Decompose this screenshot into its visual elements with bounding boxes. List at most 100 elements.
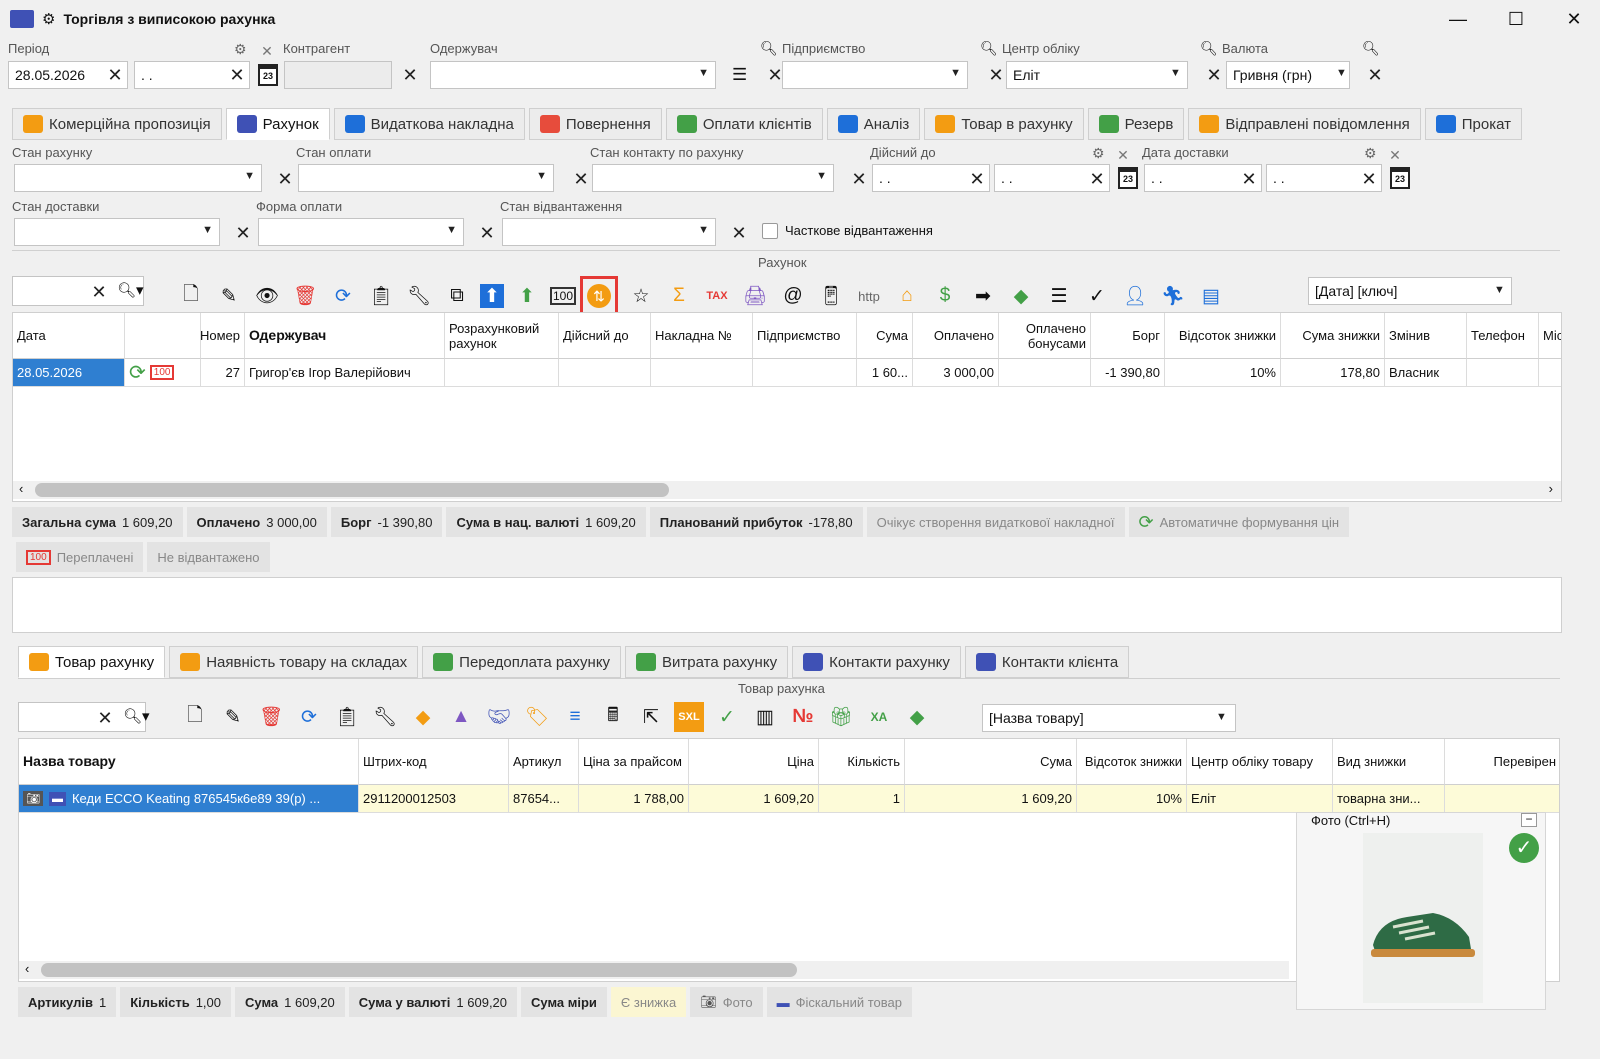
recipient-select[interactable]: ▼ <box>430 61 716 89</box>
currency-select[interactable]: Гривня (грн) <box>1226 61 1350 89</box>
view-icon[interactable]: 👁︎ <box>252 281 282 311</box>
edit-icon[interactable]: ✎ <box>218 702 248 732</box>
delivery-state-select[interactable]: ▼ <box>14 218 220 246</box>
scroll-thumb[interactable] <box>35 483 669 497</box>
cell-verified[interactable] <box>1445 785 1559 813</box>
cell-sum[interactable]: 1 60... <box>857 359 913 387</box>
cell-discount-type[interactable]: товарна зни... <box>1333 785 1445 813</box>
fiscal-filter[interactable]: ▬ Фіскальний товар <box>766 987 912 1017</box>
col-header-sum[interactable]: Сума <box>857 313 913 359</box>
col-header-barcode[interactable]: Штрих-код <box>359 739 509 785</box>
col-header-changed[interactable]: Змінив <box>1385 313 1467 359</box>
cell-product-center[interactable]: Еліт <box>1187 785 1333 813</box>
cell-discount-pct[interactable]: 10% <box>1165 359 1281 387</box>
user-icon[interactable]: 👤︎ <box>1120 281 1150 311</box>
col-header-valid-to[interactable]: Дійсний до <box>559 313 651 359</box>
cell-valid-to[interactable] <box>559 359 651 387</box>
tab-client-payments[interactable]: Оплати клієнтів <box>665 108 823 140</box>
settings-list-icon[interactable]: ▤ <box>1196 281 1226 311</box>
auto-pricing-filter[interactable]: ⟳ Автоматичне формування цін <box>1128 507 1350 537</box>
col-header-phone[interactable]: Телефон <box>1467 313 1539 359</box>
calendar-icon[interactable]: 23 <box>1390 167 1410 189</box>
upload-icon[interactable]: ⬆ <box>480 284 504 308</box>
refresh-icon[interactable]: ⟳ <box>328 281 358 311</box>
col-header-more[interactable]: Міс <box>1539 313 1561 359</box>
invoice-sort-select[interactable]: [Дата] [ключ] <box>1308 277 1512 305</box>
cell-product-name[interactable]: 📷︎ ▬ Кеди ECCO Keating 876545к6е89 39(р) .… <box>19 785 359 813</box>
col-header-discount-sum[interactable]: Сума знижки <box>1281 313 1385 359</box>
goods-hscrollbar[interactable]: ‹ <box>19 961 1289 979</box>
center-clear-icon[interactable]: ✕ <box>1205 66 1223 84</box>
maximize-button[interactable]: ☐ <box>1492 0 1540 38</box>
check-icon[interactable]: ✓ <box>712 702 742 732</box>
shapes-icon[interactable]: ▲ <box>446 702 476 732</box>
partial-shipment-checkbox[interactable] <box>762 223 778 239</box>
cell-paid-bonus[interactable] <box>999 359 1091 387</box>
barcode-icon[interactable]: ▥ <box>750 702 780 732</box>
tag-icon[interactable]: 🏷︎ <box>522 702 552 732</box>
period-from-clear-icon[interactable]: ✕ <box>106 66 124 84</box>
payment-state-clear-icon[interactable]: ✕ <box>572 170 590 188</box>
invoice-state-select[interactable]: ▼ <box>14 164 262 192</box>
cell-debt[interactable]: -1 390,80 <box>1091 359 1165 387</box>
goods-sort-select[interactable]: [Назва товару] <box>982 704 1236 732</box>
col-header-verified[interactable]: Перевірен <box>1445 739 1559 785</box>
payment-state-select[interactable]: ▼ <box>298 164 554 192</box>
tab-client-contacts[interactable]: Контакти клієнта <box>964 646 1130 678</box>
delivery-date-from-clear-icon[interactable]: ✕ <box>1240 170 1258 188</box>
notes-area[interactable] <box>12 577 1562 633</box>
cell-phone[interactable] <box>1467 359 1539 387</box>
counterparty-clear-icon[interactable]: ✕ <box>401 66 419 84</box>
number-icon[interactable]: № <box>788 702 818 732</box>
refresh-icon[interactable]: ⟳ <box>294 702 324 732</box>
clipboard-icon[interactable]: 📋︎ <box>366 281 396 311</box>
tab-rental[interactable]: Прокат <box>1424 108 1522 140</box>
stack-icon[interactable]: ≡ <box>560 702 590 732</box>
col-header-recipient[interactable]: Одержувач <box>245 313 445 359</box>
tab-returns[interactable]: Повернення <box>528 108 662 140</box>
valid-to-gear-icon[interactable]: ⚙ <box>1092 145 1105 162</box>
col-header-date[interactable]: Дата <box>13 313 125 359</box>
valid-to-reset-icon[interactable]: ✕ <box>1114 146 1132 164</box>
chevron-left-icon[interactable]: ‹ <box>19 481 23 496</box>
cell-discount-sum[interactable]: 178,80 <box>1281 359 1385 387</box>
product-photo[interactable] <box>1363 833 1483 1003</box>
col-header-discount-type[interactable]: Вид знижки <box>1333 739 1445 785</box>
cell-more[interactable] <box>1539 359 1561 387</box>
run-icon[interactable]: 🏃︎ <box>1158 281 1188 311</box>
copy-icon[interactable]: ⧉ <box>442 281 472 311</box>
new-document-icon[interactable]: 🗋 <box>180 702 210 732</box>
delete-icon[interactable]: 🗑︎ <box>256 702 286 732</box>
payment-form-select[interactable]: ▼ <box>258 218 464 246</box>
cell-price[interactable]: 1 609,20 <box>689 785 819 813</box>
col-header-sum[interactable]: Сума <box>905 739 1077 785</box>
cell-waybill[interactable] <box>651 359 753 387</box>
search-clear-icon[interactable]: ✕ <box>90 283 108 301</box>
export-icon[interactable]: ⬆ <box>512 281 542 311</box>
tab-commercial-offer[interactable]: Комерційна пропозиція <box>12 108 222 140</box>
col-header-price[interactable]: Ціна <box>689 739 819 785</box>
calendar-icon[interactable]: 23 <box>1118 167 1138 189</box>
discount-filter[interactable]: Є знижка <box>610 987 687 1017</box>
align-icon[interactable]: ☰ <box>1044 281 1074 311</box>
collapse-button[interactable]: − <box>1521 813 1537 827</box>
tab-reserve[interactable]: Резерв <box>1087 108 1185 140</box>
col-header-product-center[interactable]: Центр обліку товару <box>1187 739 1333 785</box>
contact-state-select[interactable]: ▼ <box>592 164 834 192</box>
check-icon[interactable]: ✓ <box>1082 281 1112 311</box>
table-row[interactable]: 28.05.2026 ⟳ 100 27 Григор'єв Ігор Валері… <box>13 359 1561 387</box>
col-header-product-name[interactable]: Назва товару <box>19 739 359 785</box>
photo-filter[interactable]: 📷︎ Фото <box>690 987 763 1017</box>
col-header-paid[interactable]: Оплачено <box>913 313 999 359</box>
cell-number[interactable]: 27 <box>201 359 245 387</box>
layers-download-icon[interactable]: ◆ <box>902 702 932 732</box>
chevron-right-icon[interactable]: › <box>1549 481 1553 496</box>
currency-refresh-icon[interactable]: $ <box>930 281 960 311</box>
tab-stock-availability[interactable]: Наявність товару на складах <box>169 646 419 678</box>
tab-sent-messages[interactable]: Відправлені повідомлення <box>1188 108 1421 140</box>
search-icon[interactable]: 🔍︎ <box>760 40 778 57</box>
col-header-account[interactable]: Розрахунковий рахунок <box>445 313 559 359</box>
cell-changed[interactable]: Власник <box>1385 359 1467 387</box>
col-header-discount-pct[interactable]: Відсоток знижки <box>1077 739 1187 785</box>
email-icon[interactable]: @ <box>778 281 808 311</box>
